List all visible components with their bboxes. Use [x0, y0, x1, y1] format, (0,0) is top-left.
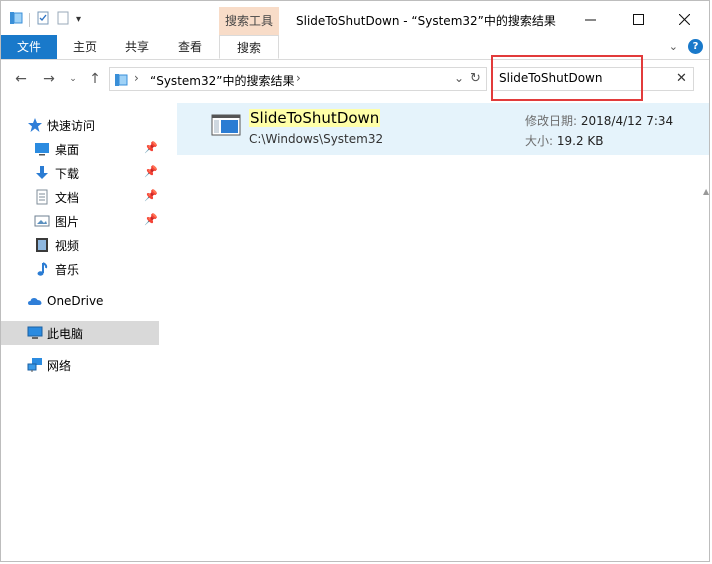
breadcrumb[interactable]: “System32”中的搜索结果 — [150, 72, 294, 89]
nav-label: 文档 — [55, 190, 80, 205]
nav-item-documents[interactable]: 文档 📌 — [1, 185, 159, 209]
vertical-scrollbar[interactable]: ▲ — [703, 101, 709, 561]
arrow-left-icon: ← — [15, 71, 27, 87]
nav-onedrive[interactable]: OneDrive — [1, 289, 159, 313]
back-button[interactable]: ← — [11, 69, 31, 89]
result-file-name[interactable]: SlideToShutDown — [249, 109, 381, 127]
result-file-path: C:\Windows\System32 — [249, 132, 384, 146]
nav-item-videos[interactable]: 视频 — [1, 233, 159, 257]
tab-home[interactable]: 主页 — [61, 35, 109, 59]
nav-item-desktop[interactable]: 桌面 📌 — [1, 137, 159, 161]
document-icon — [34, 189, 50, 205]
navigation-bar: ← → ⌄ ↑ › “System32”中的搜索结果 › ⌄ ↻ ✕ — [1, 63, 709, 95]
minimize-icon — [584, 19, 596, 20]
search-input[interactable] — [499, 71, 669, 85]
forward-button[interactable]: → — [39, 69, 59, 89]
explorer-window: ▾ 搜索工具 SlideToShutDown - “System32”中的搜索结… — [0, 0, 710, 562]
pin-icon[interactable]: 📌 — [144, 165, 158, 178]
nav-item-downloads[interactable]: 下载 📌 — [1, 161, 159, 185]
nav-item-music[interactable]: 音乐 — [1, 257, 159, 281]
window-title: SlideToShutDown - “System32”中的搜索结果 — [296, 14, 556, 28]
download-icon — [34, 165, 50, 181]
search-tools-context-label: 搜索工具 — [219, 7, 279, 35]
video-icon — [34, 237, 50, 253]
nav-this-pc[interactable]: 此电脑 — [1, 321, 159, 345]
new-folder-icon[interactable] — [56, 11, 70, 28]
title-bar: ▾ 搜索工具 SlideToShutDown - “System32”中的搜索结… — [1, 1, 709, 37]
breadcrumb-chevron-icon[interactable]: › — [134, 71, 139, 85]
breadcrumb-chevron-icon[interactable]: › — [296, 71, 301, 85]
ribbon-tab-bar: 文件 主页 共享 查看 搜索 ⌄ ? — [1, 35, 709, 60]
desktop-icon — [34, 141, 50, 157]
nav-label: 图片 — [55, 214, 80, 229]
maximize-icon — [632, 13, 644, 25]
tab-file[interactable]: 文件 — [1, 35, 57, 59]
nav-item-pictures[interactable]: 图片 📌 — [1, 209, 159, 233]
picture-icon — [34, 213, 50, 229]
nav-quick-access[interactable]: 快速访问 — [1, 113, 159, 137]
result-size: 大小: 19.2 KB — [525, 132, 604, 149]
folder-app-icon — [9, 11, 23, 28]
up-button[interactable]: ↑ — [85, 69, 105, 89]
help-icon[interactable]: ? — [688, 39, 703, 54]
refresh-icon[interactable]: ↻ — [470, 71, 481, 86]
nav-label: 此电脑 — [47, 326, 84, 341]
divider — [29, 12, 30, 27]
result-modified: 修改日期: 2018/4/12 7:34 — [525, 112, 673, 129]
modified-value: 2018/4/12 7:34 — [580, 114, 674, 128]
close-button[interactable] — [661, 5, 707, 33]
expand-ribbon-icon[interactable]: ⌄ — [669, 40, 678, 53]
scroll-up-icon[interactable]: ▲ — [703, 187, 709, 196]
tab-share[interactable]: 共享 — [113, 35, 161, 59]
pin-icon[interactable]: 📌 — [144, 189, 158, 202]
quick-access-toolbar: ▾ — [9, 11, 81, 28]
nav-label: 快速访问 — [47, 118, 96, 133]
arrow-up-icon: ↑ — [89, 71, 101, 87]
address-dropdown-icon[interactable]: ⌄ — [454, 71, 464, 85]
search-box[interactable]: ✕ — [492, 67, 694, 91]
pin-icon[interactable]: 📌 — [144, 213, 158, 226]
ribbon-controls: ⌄ ? — [669, 39, 703, 54]
nav-label: 桌面 — [55, 142, 80, 157]
customize-qat-icon[interactable]: ▾ — [76, 14, 81, 25]
close-icon — [678, 13, 690, 25]
tab-search[interactable]: 搜索 — [219, 35, 279, 59]
modified-label: 修改日期: — [525, 114, 578, 128]
search-result-item[interactable]: SlideToShutDown C:\Windows\System32 修改日期… — [177, 103, 709, 155]
arrow-right-icon: → — [43, 71, 55, 87]
nav-label: OneDrive — [47, 294, 104, 308]
minimize-button[interactable] — [567, 5, 613, 33]
nav-network[interactable]: 网络 — [1, 353, 159, 377]
music-icon — [34, 261, 50, 277]
cloud-icon — [27, 293, 43, 309]
nav-label: 网络 — [47, 358, 72, 373]
properties-icon[interactable] — [36, 11, 50, 28]
search-results-location-icon — [114, 73, 128, 90]
size-value: 19.2 KB — [556, 134, 604, 148]
size-label: 大小: — [525, 134, 554, 148]
clear-search-icon[interactable]: ✕ — [676, 71, 687, 86]
nav-label: 下载 — [55, 166, 80, 181]
maximize-button[interactable] — [615, 5, 661, 33]
search-results-pane: SlideToShutDown C:\Windows\System32 修改日期… — [161, 101, 709, 561]
pin-icon[interactable]: 📌 — [144, 141, 158, 154]
navigation-pane: 快速访问 桌面 📌 下载 📌 文档 📌 图片 📌 视频 音乐 OneDrive … — [1, 101, 161, 561]
computer-icon — [27, 325, 43, 341]
tab-view[interactable]: 查看 — [165, 35, 215, 59]
star-icon — [27, 117, 43, 133]
executable-file-icon — [211, 113, 241, 140]
chevron-down-icon: ⌄ — [69, 74, 77, 84]
nav-label: 视频 — [55, 238, 80, 253]
nav-label: 音乐 — [55, 262, 80, 277]
recent-locations-button[interactable]: ⌄ — [63, 69, 83, 89]
network-icon — [27, 357, 43, 373]
address-bar[interactable]: › “System32”中的搜索结果 › ⌄ ↻ — [109, 67, 487, 91]
